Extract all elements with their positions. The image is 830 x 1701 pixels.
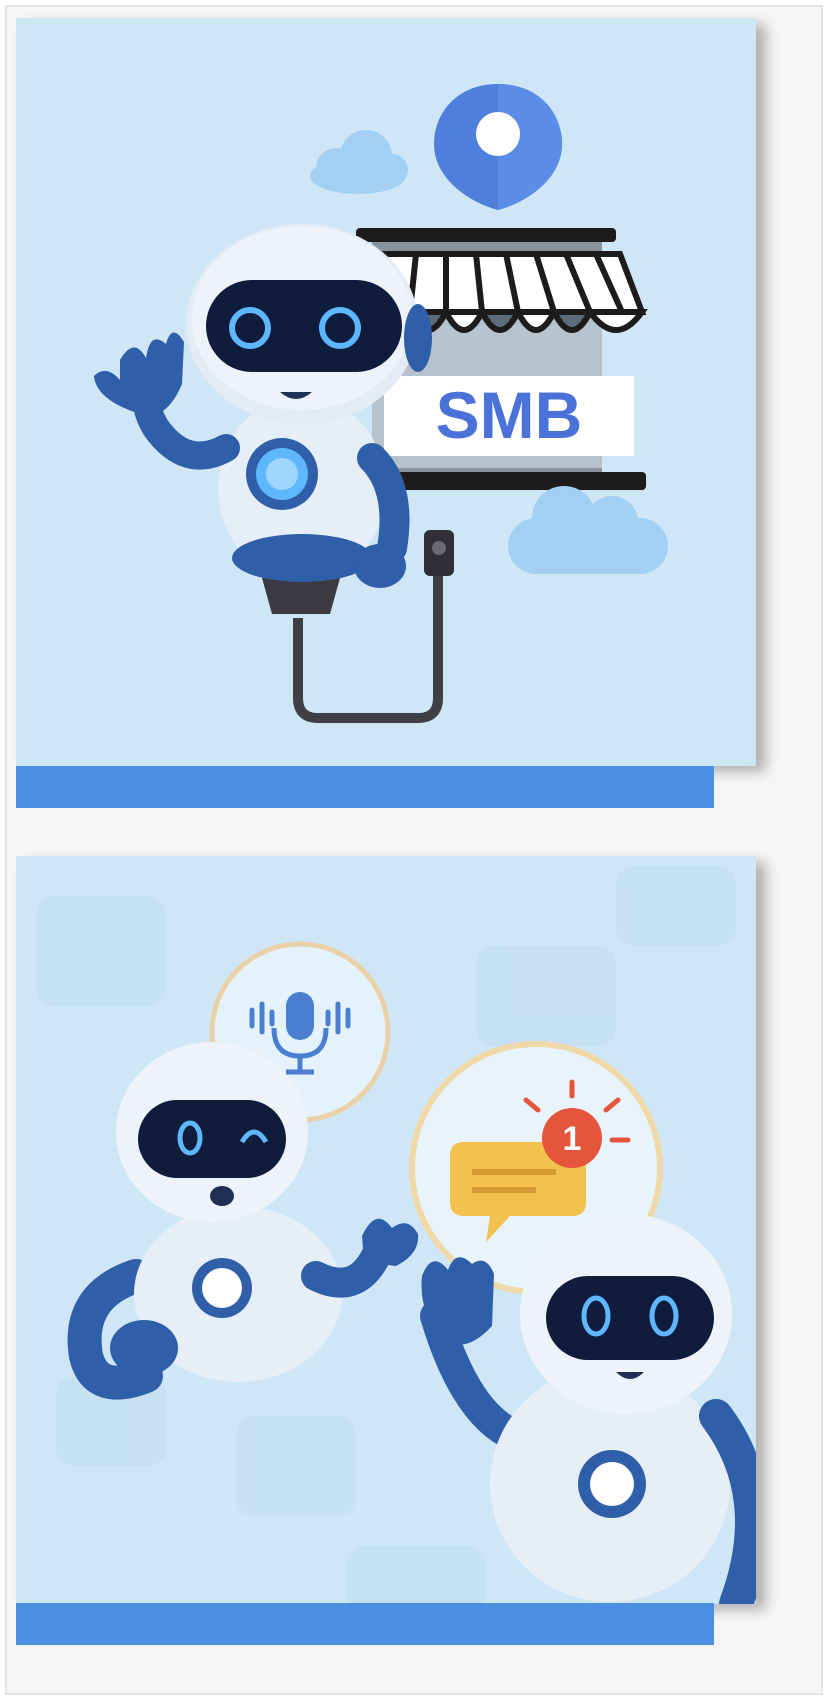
robot-icon xyxy=(420,1214,756,1604)
robot-icon xyxy=(67,1042,419,1400)
robots-chat-illustration[interactable]: 1 xyxy=(16,856,756,1604)
card-caption-bar[interactable] xyxy=(16,766,714,808)
location-pin-icon xyxy=(434,84,562,210)
card-caption-bar[interactable] xyxy=(16,1603,714,1645)
notification-count: 1 xyxy=(563,1120,582,1158)
cloud-icon xyxy=(310,130,408,194)
robots-chat-scene: 1 xyxy=(36,866,756,1604)
smb-robot-illustration[interactable]: SMB xyxy=(16,18,756,766)
cloud-icon xyxy=(508,486,668,574)
smb-sign-text: SMB xyxy=(436,378,583,452)
smb-robot-scene: SMB xyxy=(94,84,668,723)
